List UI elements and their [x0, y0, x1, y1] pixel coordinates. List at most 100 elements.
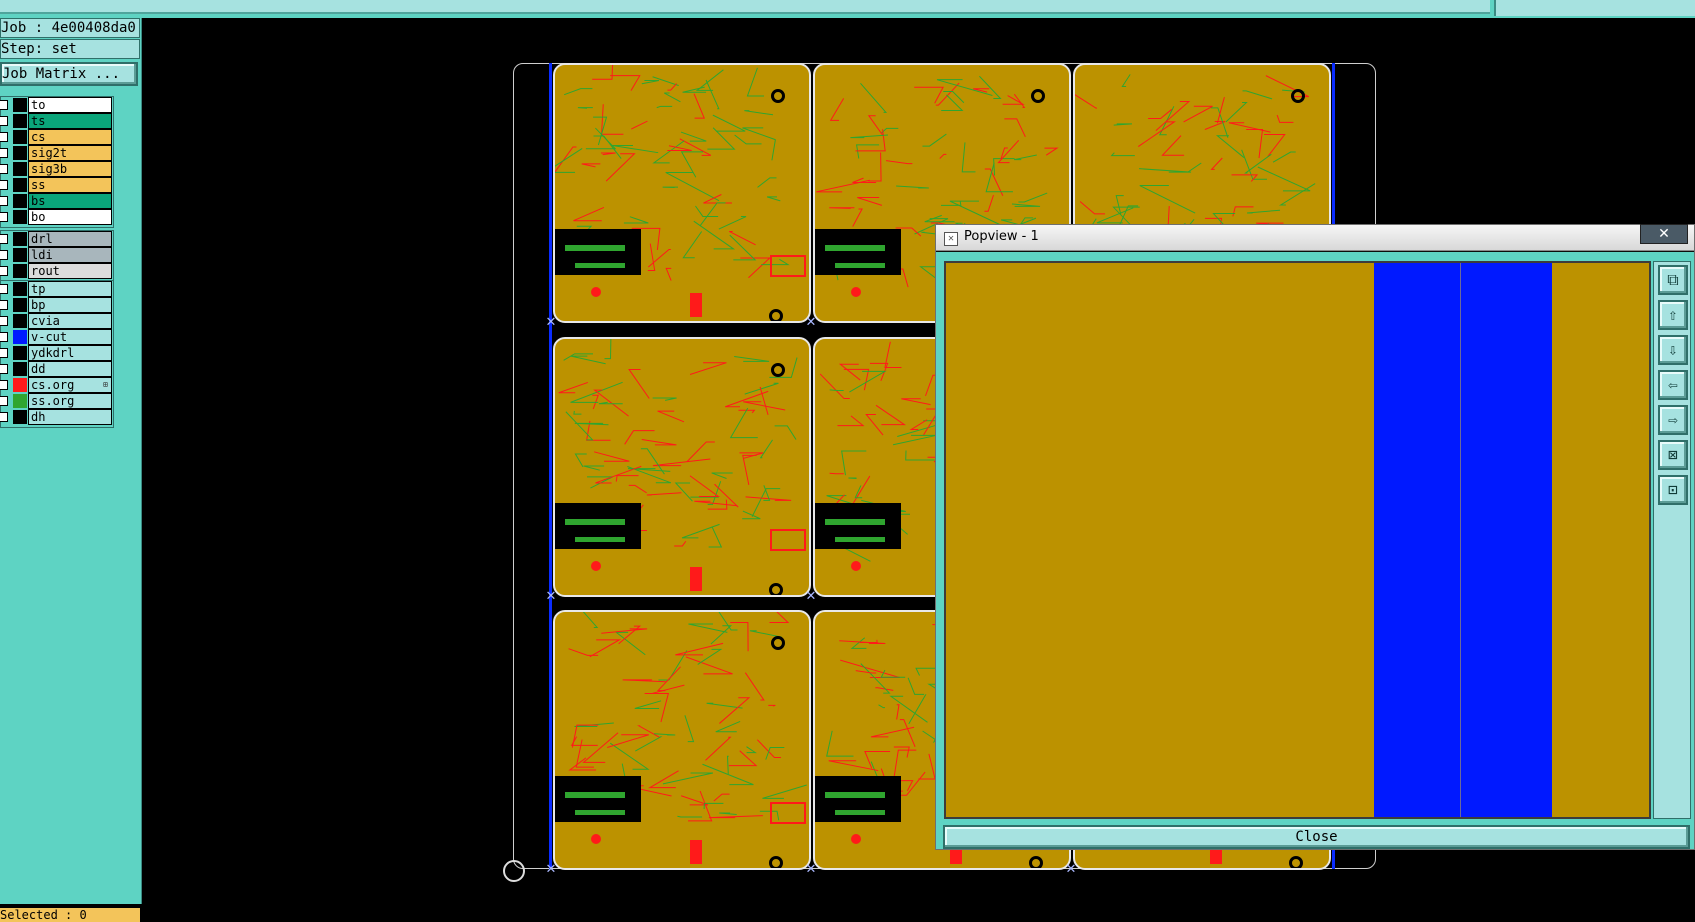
layer-row[interactable]: dd	[0, 361, 113, 377]
popview-title-bar[interactable]: ✕ Popview - 1 ✕	[936, 224, 1694, 251]
top-right-field	[1494, 0, 1695, 16]
pan-down-icon[interactable]: ⇩	[1658, 335, 1688, 365]
layer-checkbox[interactable]	[0, 396, 8, 406]
layer-name[interactable]: ydkdrl	[28, 345, 112, 361]
pan-up-icon[interactable]: ⇧	[1658, 300, 1688, 330]
layer-name[interactable]: bs	[28, 193, 112, 209]
layer-color-swatch	[13, 330, 27, 344]
layer-checkbox[interactable]	[0, 234, 8, 244]
popview-close-button[interactable]: Close	[943, 825, 1690, 849]
layer-color-swatch	[13, 98, 27, 112]
layer-color-swatch	[13, 362, 27, 376]
layer-name[interactable]: tp	[28, 281, 112, 297]
layer-checkbox[interactable]	[0, 250, 8, 260]
panel-edge-left	[549, 63, 552, 869]
layer-checkbox[interactable]	[0, 116, 8, 126]
layer-checkbox[interactable]	[0, 300, 8, 310]
layer-name[interactable]: rout	[28, 263, 112, 279]
pcb-board	[553, 63, 811, 323]
layer-name[interactable]: dd	[28, 361, 112, 377]
popview-window: ✕ Popview - 1 ✕ ⧉ ⇧ ⇩ ⇦ ⇨ ⊠ ⊡ Close	[935, 224, 1695, 850]
crosshair-marker: ✕	[546, 858, 556, 877]
layer-name[interactable]: drl	[28, 231, 112, 247]
vcut-band-left	[1374, 263, 1460, 817]
layer-checkbox[interactable]	[0, 348, 8, 358]
layer-name[interactable]: cs.org	[28, 377, 112, 393]
expand-icon: ⊞	[103, 380, 108, 389]
job-matrix-button[interactable]: Job Matrix ...	[0, 62, 138, 86]
layer-name[interactable]: ts	[28, 113, 112, 129]
layer-row[interactable]: ydkdrl	[0, 345, 113, 361]
layer-row[interactable]: ss	[0, 177, 113, 193]
pcb-board	[553, 610, 811, 870]
fiducial-marker	[503, 860, 525, 882]
layer-checkbox[interactable]	[0, 196, 8, 206]
popview-title: Popview - 1	[964, 229, 1039, 244]
layer-row[interactable]: cs.org ⊞	[0, 377, 113, 393]
layer-row[interactable]: drl	[0, 231, 113, 247]
top-title-field	[0, 0, 1490, 14]
layer-row[interactable]: tp	[0, 281, 113, 297]
layer-row[interactable]: ss.org	[0, 393, 113, 409]
layer-checkbox[interactable]	[0, 364, 8, 374]
layer-checkbox[interactable]	[0, 148, 8, 158]
layer-checkbox[interactable]	[0, 332, 8, 342]
layer-checkbox[interactable]	[0, 132, 8, 142]
layer-checkbox[interactable]	[0, 412, 8, 422]
layer-color-swatch	[13, 114, 27, 128]
layer-row[interactable]: sig2t	[0, 145, 113, 161]
pan-left-icon[interactable]: ⇦	[1658, 370, 1688, 400]
layer-row[interactable]: sig3b	[0, 161, 113, 177]
layer-row[interactable]: ldi	[0, 247, 113, 263]
layer-row[interactable]: bs	[0, 193, 113, 209]
layer-checkbox[interactable]	[0, 212, 8, 222]
layer-name[interactable]: v-cut	[28, 329, 112, 345]
layer-row[interactable]: ts	[0, 113, 113, 129]
crosshair-marker: ✕	[546, 311, 556, 330]
layer-checkbox[interactable]	[0, 180, 8, 190]
zoom-fit-icon[interactable]: ⊠	[1658, 440, 1688, 470]
layer-row[interactable]: dh	[0, 409, 113, 425]
popview-close-icon[interactable]: ✕	[1640, 224, 1688, 244]
layer-color-swatch	[13, 178, 27, 192]
layer-checkbox[interactable]	[0, 316, 8, 326]
pan-right-icon[interactable]: ⇨	[1658, 405, 1688, 435]
layer-color-swatch	[13, 194, 27, 208]
top-title-bar	[0, 0, 1695, 18]
layer-row[interactable]: bo	[0, 209, 113, 225]
layer-name[interactable]: cs	[28, 129, 112, 145]
layer-row[interactable]: rout	[0, 263, 113, 279]
layer-row[interactable]: v-cut	[0, 329, 113, 345]
layer-row[interactable]: bp	[0, 297, 113, 313]
layer-checkbox[interactable]	[0, 266, 8, 276]
layer-checkbox[interactable]	[0, 284, 8, 294]
layer-name[interactable]: to	[28, 97, 112, 113]
zoom-home-icon[interactable]: ⊡	[1658, 475, 1688, 505]
layer-name[interactable]: ss.org	[28, 393, 112, 409]
layer-color-swatch	[13, 346, 27, 360]
window-zoom-icon[interactable]: ⧉	[1658, 265, 1688, 295]
layer-color-swatch	[13, 264, 27, 278]
layer-checkbox[interactable]	[0, 164, 8, 174]
layer-color-swatch	[13, 282, 27, 296]
layer-row[interactable]: cs	[0, 129, 113, 145]
layer-name[interactable]: ldi	[28, 247, 112, 263]
layer-color-swatch	[13, 298, 27, 312]
layer-name[interactable]: cvia	[28, 313, 112, 329]
layer-name[interactable]: ss	[28, 177, 112, 193]
layer-row[interactable]: cvia	[0, 313, 113, 329]
layer-name[interactable]: sig3b	[28, 161, 112, 177]
layer-name[interactable]: sig2t	[28, 145, 112, 161]
layer-name[interactable]: bp	[28, 297, 112, 313]
popview-graphic[interactable]	[944, 261, 1651, 819]
layer-color-swatch	[13, 410, 27, 424]
layer-color-swatch	[13, 314, 27, 328]
layer-checkbox[interactable]	[0, 100, 8, 110]
popview-toolbar: ⧉ ⇧ ⇩ ⇦ ⇨ ⊠ ⊡	[1653, 261, 1691, 819]
layer-checkbox[interactable]	[0, 380, 8, 390]
pcb-board	[553, 337, 811, 597]
layer-row[interactable]: to	[0, 97, 113, 113]
layer-name[interactable]: dh	[28, 409, 112, 425]
layer-name[interactable]: bo	[28, 209, 112, 225]
crosshair-marker: ✕	[806, 585, 816, 604]
